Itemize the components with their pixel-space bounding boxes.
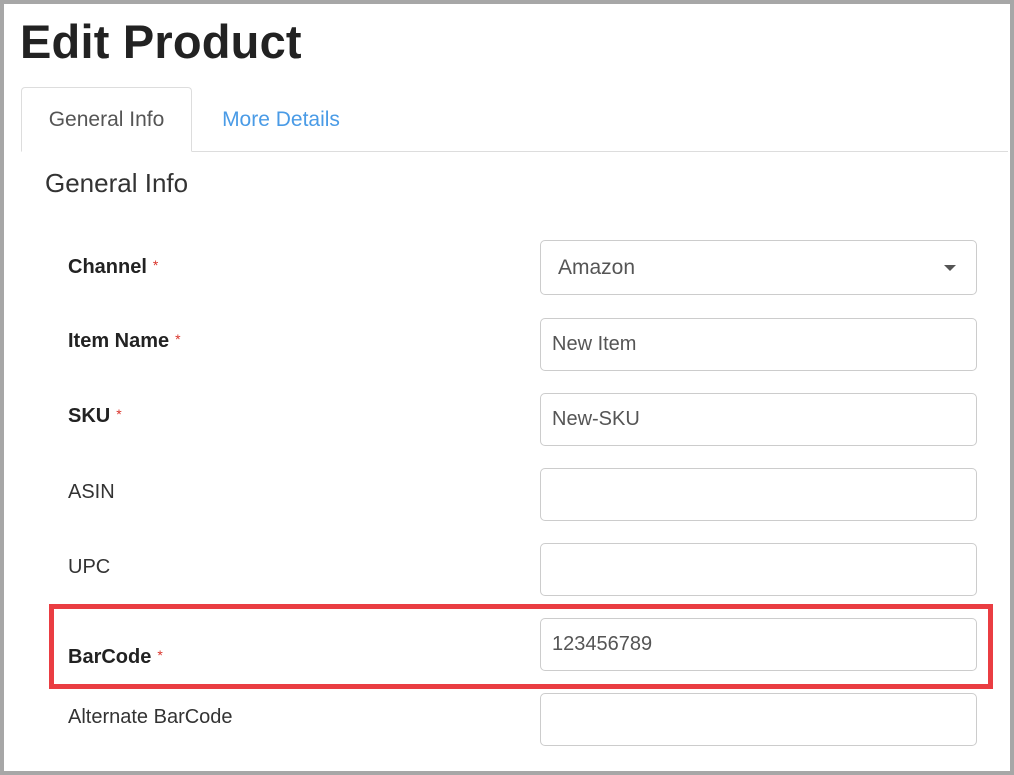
chevron-down-icon: [944, 265, 956, 271]
item-name-input[interactable]: [540, 318, 977, 371]
required-star: *: [175, 331, 181, 347]
upc-input[interactable]: [540, 543, 977, 596]
barcode-input[interactable]: [540, 618, 977, 671]
channel-label-text: Channel: [68, 256, 147, 278]
required-star: *: [116, 406, 122, 422]
asin-input[interactable]: [540, 468, 977, 521]
tab-general-info[interactable]: General Info: [21, 87, 192, 152]
required-star: *: [157, 647, 163, 663]
barcode-label-text: BarCode: [68, 646, 152, 668]
asin-label: ASIN: [68, 481, 115, 503]
section-heading: General Info: [45, 168, 189, 198]
barcode-label: BarCode *: [68, 646, 163, 669]
item-name-label: Item Name *: [68, 330, 181, 353]
sku-label: SKU *: [68, 405, 122, 428]
channel-select[interactable]: Amazon: [540, 240, 977, 295]
item-name-label-text: Item Name: [68, 330, 170, 352]
channel-selected-value: Amazon: [558, 255, 636, 279]
page-title: Edit Product: [20, 15, 302, 68]
sku-input[interactable]: [540, 393, 977, 446]
tab-more-details[interactable]: More Details: [204, 87, 358, 152]
channel-label: Channel *: [68, 256, 158, 279]
required-star: *: [152, 257, 159, 273]
alternate-barcode-label: Alternate BarCode: [68, 706, 233, 728]
alternate-barcode-input[interactable]: [540, 693, 977, 746]
upc-label: UPC: [68, 556, 111, 578]
sku-label-text: SKU: [68, 405, 111, 427]
